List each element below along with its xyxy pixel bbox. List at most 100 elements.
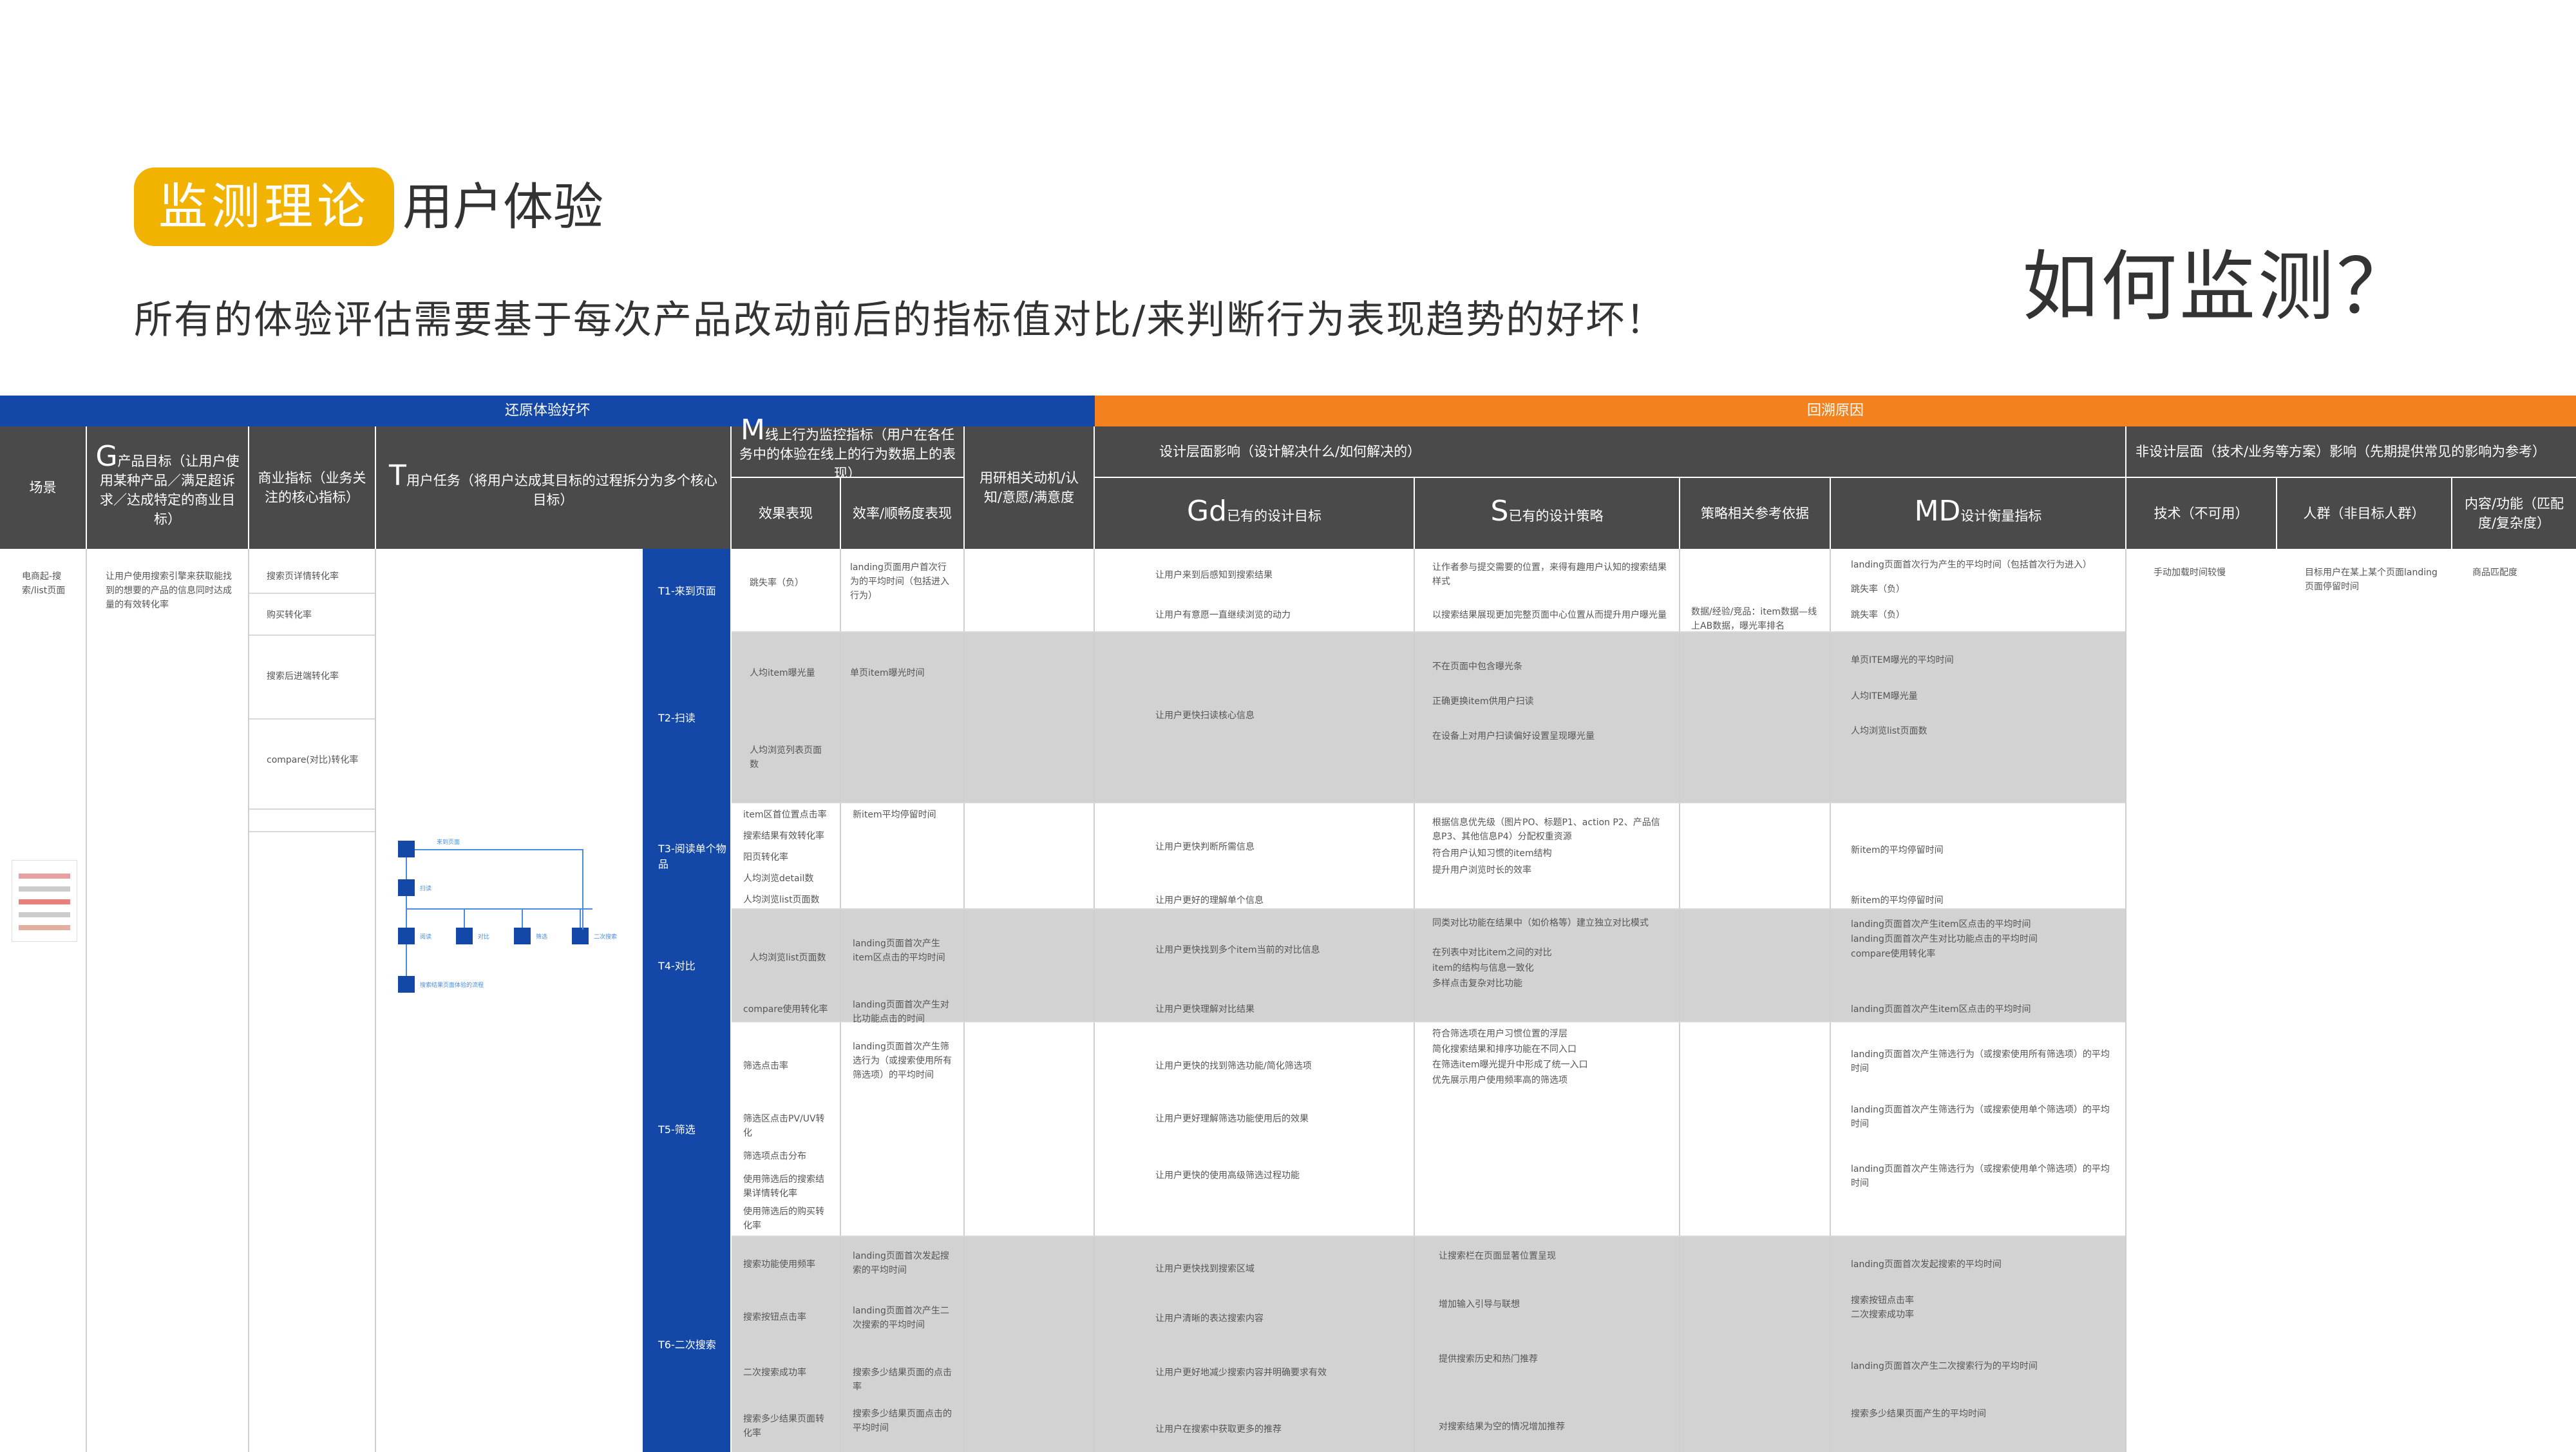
page-title: 用户体验 — [402, 178, 604, 236]
t6-effect: 搜索多少结果页面转化率 — [743, 1414, 824, 1438]
row-divider — [249, 808, 375, 810]
grid-line — [1679, 549, 1680, 1452]
t1-goal: 让用户来到后感知到搜索结果 — [1155, 570, 1273, 580]
t2-metric: 单页ITEM曝光的平均时间 — [1851, 655, 1954, 665]
t3-strategy: 根据信息优先级（图片PO、标题P1、action P2、产品信息P3、其他信息P… — [1432, 817, 1660, 842]
gd-letter: Gd — [1186, 494, 1227, 528]
biz-item: 搜索后进端转化率 — [267, 671, 339, 682]
flow-node — [398, 928, 415, 944]
t5-metric: landing页面首次产生筛选行为（或搜索使用单个筛选项）的平均时间 — [1851, 1105, 2110, 1129]
t6-efficiency: 搜索多少结果页面点击的平均时间 — [853, 1409, 952, 1433]
grid-line — [1830, 549, 1831, 1452]
s-text: 已有的设计策略 — [1508, 508, 1604, 524]
t6-strategy: 对搜索结果为空的情况增加推荐 — [1439, 1422, 1565, 1432]
t6-strategy: 让搜索栏在页面显著位置呈现 — [1439, 1251, 1556, 1261]
t6-efficiency: landing页面首次产生二次搜索的平均时间 — [853, 1306, 949, 1330]
tech-text: 手动加载时间较慢 — [2154, 568, 2226, 578]
t1-strategy: 让作者参与提交需要的位置，来得有趣用户认知的搜索结果样式 — [1432, 562, 1667, 587]
biz-item: 搜索页详情转化率 — [267, 571, 339, 582]
t3-goal: 让用户更快判断所需信息 — [1155, 842, 1255, 852]
task-t5: T5-筛选 — [643, 1021, 730, 1236]
flow-label: 筛选 — [536, 934, 548, 941]
flow-node — [398, 879, 415, 896]
col-online-metric: M线上行为监控指标（用户在各任务中的体验在线上的行为数据上的表现） — [732, 416, 963, 481]
t3-metric: 新item的平均停留时间 — [1851, 895, 1944, 906]
t5-effect: 使用筛选后的购买转化率 — [743, 1207, 824, 1231]
row-divider — [732, 1236, 2125, 1237]
t5-efficiency: landing页面首次产生筛选行为（或搜索使用所有筛选项）的平均时间 — [853, 1042, 952, 1080]
m-text: 线上行为监控指标（用户在各任务中的体验在线上的行为数据上的表现） — [739, 426, 956, 481]
col-tech: 技术（不可用） — [2126, 478, 2276, 549]
md-letter: MD — [1914, 494, 1961, 528]
col-research: 用研相关动机/认知/意愿/满意度 — [965, 426, 1094, 549]
t3-effect: 搜索结果有效转化率 — [743, 831, 824, 841]
t1-effect: 跳失率（负） — [750, 578, 804, 588]
t4-efficiency: landing页面首次产生item区点击的平均时间 — [853, 939, 945, 963]
t1-metric: 跳失率（负） — [1851, 584, 1905, 595]
t3-metric: 新item的平均停留时间 — [1851, 845, 1944, 855]
t2-strategy: 正确更换item供用户扫读 — [1432, 696, 1534, 707]
col-user-task: T用户任务（将用户达成其目标的过程拆分为多个核心目标） — [376, 426, 730, 549]
biz-item: 购买转化率 — [267, 610, 312, 620]
grid-line — [2125, 549, 2126, 1452]
grid-line — [840, 549, 841, 1452]
t6-efficiency: 搜索多少结果页面的点击率 — [853, 1368, 952, 1392]
t6-efficiency: landing页面首次发起搜索的平均时间 — [853, 1251, 949, 1275]
t3-goal: 让用户更好的理解单个信息 — [1155, 895, 1264, 906]
flow-label: 扫读 — [420, 886, 432, 892]
t1-reference: 数据/经验/竞品：item数据—线上AB数据，曝光率排名 — [1691, 607, 1817, 631]
row-divider — [249, 718, 375, 720]
t2-strategy: 不在页面中包含曝光条 — [1432, 662, 1522, 672]
col-design-goal: Gd已有的设计目标 — [1095, 478, 1414, 549]
t5-goal: 让用户更快的找到筛选功能/简化筛选项 — [1155, 1061, 1312, 1071]
grid-line — [963, 549, 965, 1452]
row-divider — [732, 802, 2125, 803]
t4-strategy: 同类对比功能在结果中（如价格等）建立独立对比模式 — [1432, 918, 1649, 928]
crowd-text: 目标用户在某上某个页面landing页面停留时间 — [2305, 568, 2438, 592]
t6-metric: 搜索多少结果页面产生的平均时间 — [1851, 1409, 1986, 1419]
content-text: 商品匹配度 — [2472, 568, 2517, 578]
col-product-goal: G产品目标（让用户使用某种产品／满足超诉求／达成特定的商业目标） — [87, 426, 248, 549]
task-t4: T4-对比 — [643, 908, 730, 1021]
t1-metric: 跳失率（负） — [1851, 610, 1905, 620]
t6-metric: landing页面首次发起搜索的平均时间 — [1851, 1259, 2002, 1270]
col-scene: 场景 — [0, 426, 86, 549]
task-t3: T3-阅读单个物品 — [643, 802, 730, 908]
t5-goal: 让用户更好理解筛选功能使用后的效果 — [1155, 1114, 1309, 1124]
t6-effect: 搜索功能使用频率 — [743, 1259, 815, 1270]
flow-node — [514, 928, 531, 944]
t2-metric: 人均ITEM曝光量 — [1851, 691, 1918, 702]
page-subtitle: 所有的体验评估需要基于每次产品改动前后的指标值对比/来判断行为表现趋势的好坏！ — [134, 298, 1666, 343]
t5-strategy: 优先展示用户使用频率高的筛选项 — [1432, 1075, 1567, 1085]
t3-strategy: 提升用户浏览时长的效率 — [1432, 865, 1531, 875]
col-content: 内容/功能（匹配度/复杂度） — [2452, 478, 2576, 549]
t4-effect: compare使用转化率 — [743, 1004, 828, 1015]
t4-metric: compare使用转化率 — [1851, 949, 1936, 959]
t5-goal: 让用户更快的使用高级筛选过程功能 — [1155, 1170, 1300, 1181]
t6-strategy: 提供搜索历史和热门推荐 — [1439, 1354, 1538, 1364]
flow-node — [398, 976, 415, 993]
row-divider — [249, 635, 375, 636]
page-thumbnail — [12, 860, 77, 942]
t2-effect: 人均浏览列表页面数 — [750, 745, 822, 770]
g-letter: G — [95, 439, 118, 473]
md-text: 设计衡量指标 — [1960, 508, 2042, 524]
t4-goal: 让用户更快找到多个item当前的对比信息 — [1155, 945, 1320, 955]
grid-line — [248, 549, 249, 1452]
col-design-impact: 设计层面影响（设计解决什么/如何解决的） — [1095, 426, 2125, 477]
t5-effect: 筛选点击率 — [743, 1061, 788, 1071]
t6-goal: 让用户在搜索中获取更多的推荐 — [1155, 1424, 1282, 1435]
trace-cause-bar: 回溯原因 — [1095, 396, 2576, 426]
grid-line — [375, 549, 376, 1452]
grid-line — [86, 549, 87, 1452]
t3-effect: 阳页转化率 — [743, 852, 788, 863]
col-strategy-reference: 策略相关参考依据 — [1680, 478, 1830, 549]
t3-efficiency: 新item平均停留时间 — [853, 810, 936, 820]
t4-metric: landing页面首次产生item区点击的平均时间 — [1851, 1004, 2031, 1015]
t4-strategy: 多样点击复杂对比功能 — [1432, 979, 1522, 989]
flow-node — [398, 841, 415, 857]
t1-strategy: 以搜索结果展现更加完整页面中心位置从而提升用户曝光量 — [1432, 610, 1667, 620]
t4-effect: 人均浏览list页面数 — [750, 953, 826, 963]
col-design-strategy: S已有的设计策略 — [1415, 478, 1679, 549]
t6-goal: 让用户更快找到搜索区域 — [1155, 1264, 1255, 1274]
